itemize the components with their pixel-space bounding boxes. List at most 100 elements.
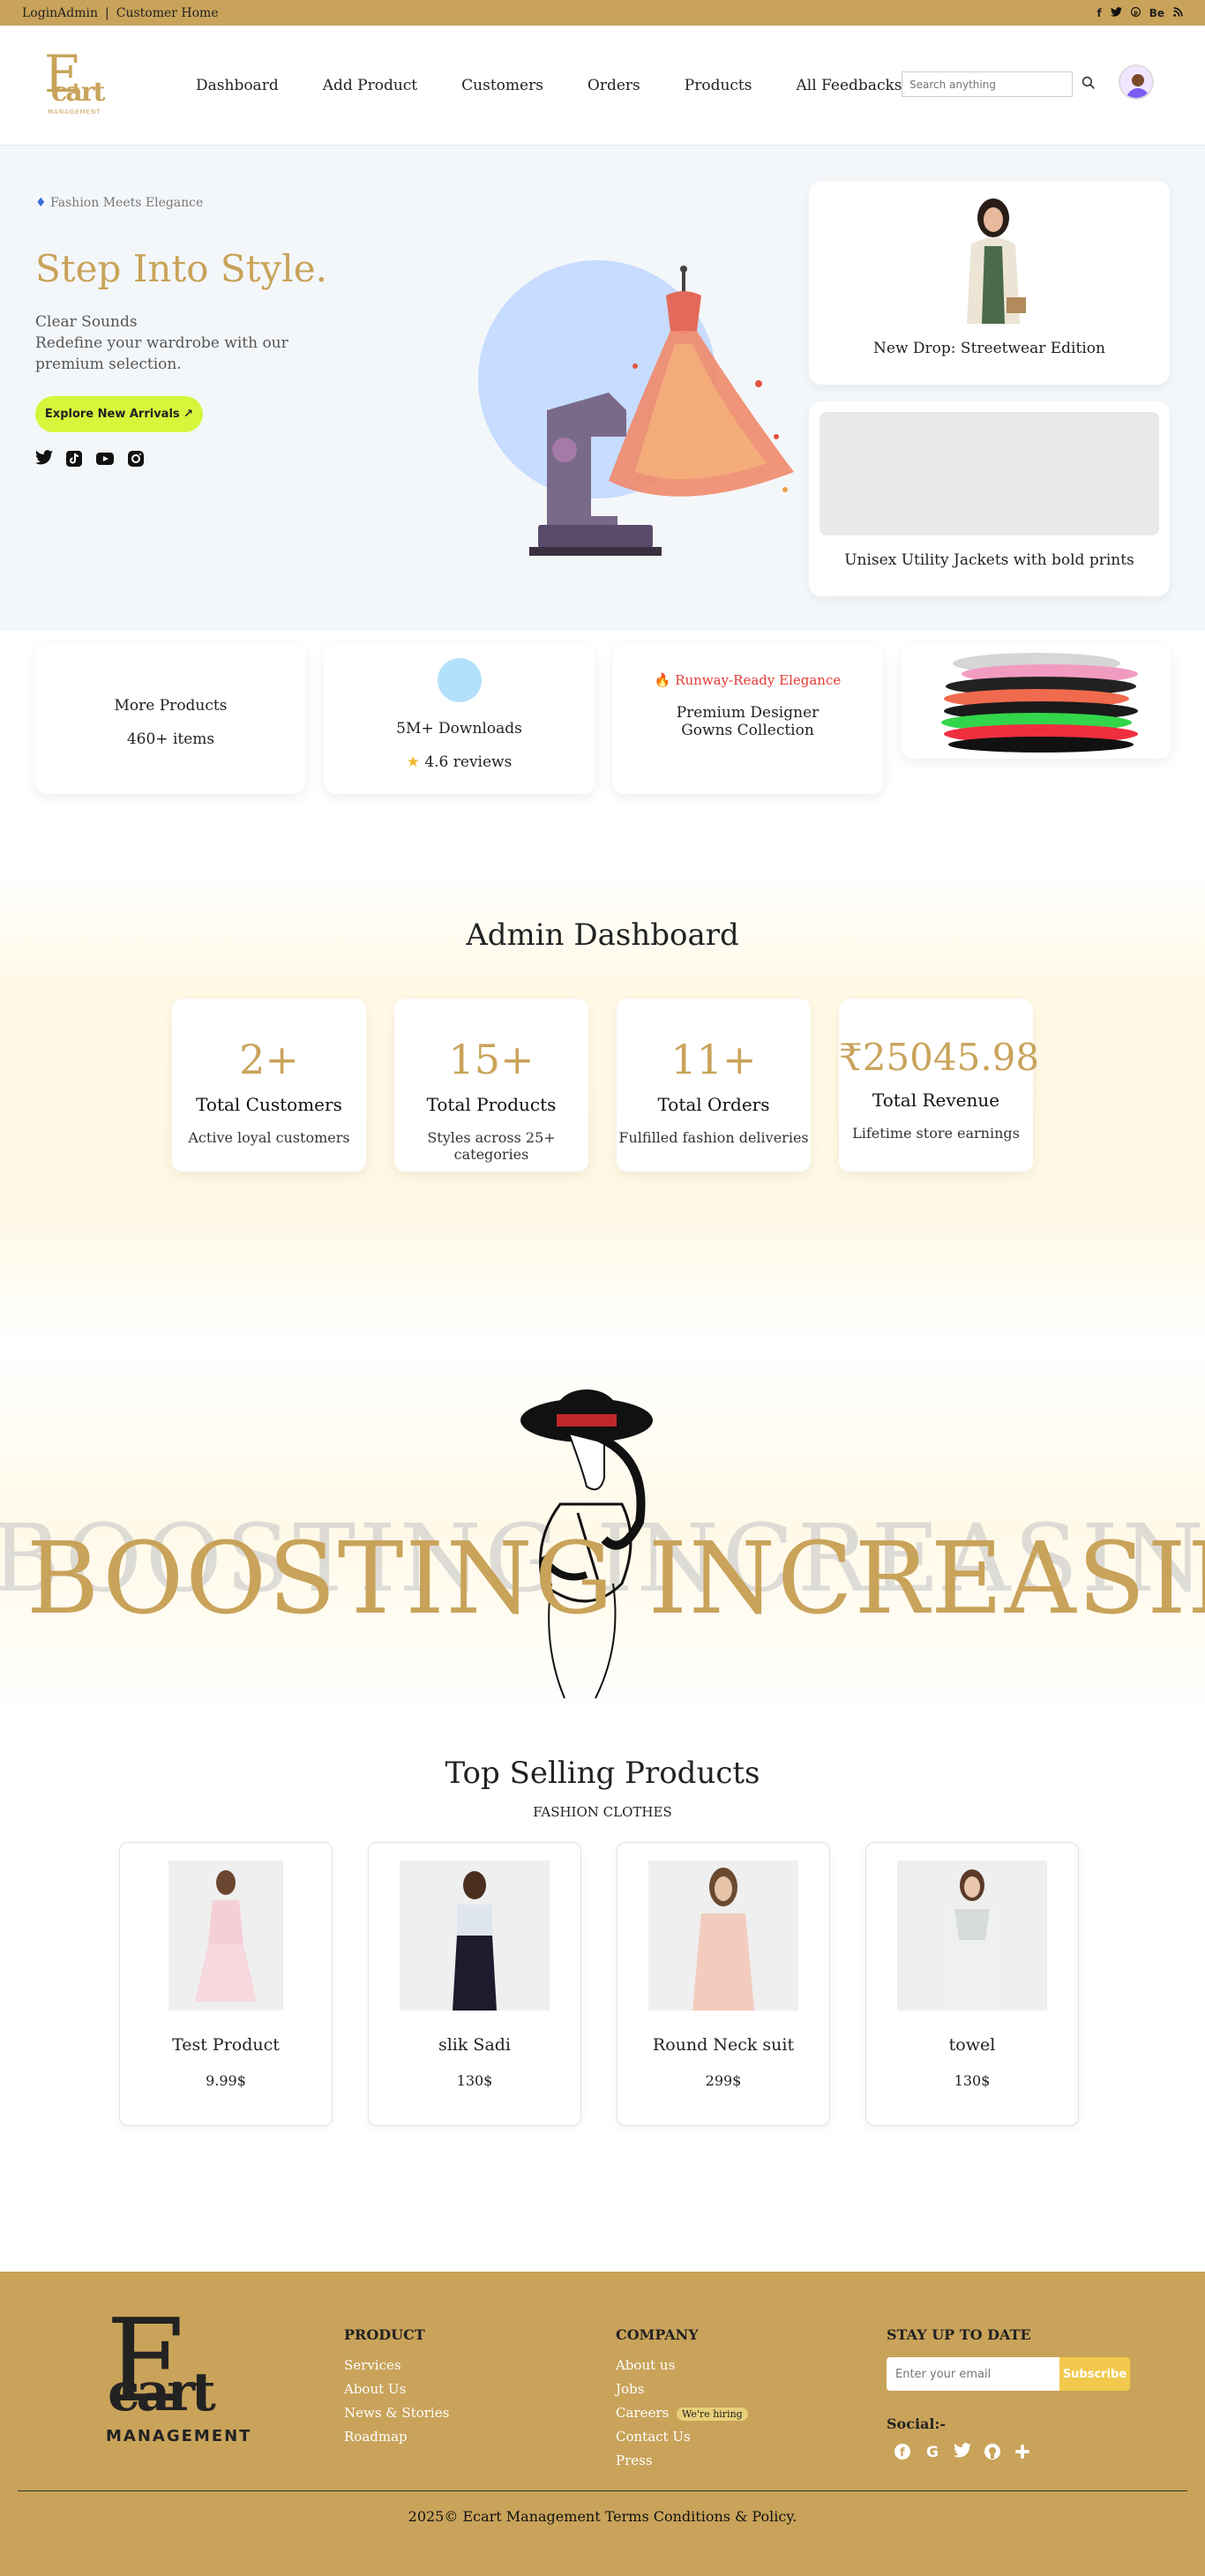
nav-item-customers[interactable]: Customers <box>461 77 543 94</box>
top-selling-section: Top Selling Products FASHION CLOTHES Tes… <box>0 1716 1205 2272</box>
downloads-label: 5M+ Downloads <box>396 720 522 738</box>
twitter-icon[interactable] <box>954 2443 971 2464</box>
product-name: towel <box>948 2035 996 2055</box>
footer-careers-row: Careers We're hiring <box>616 2405 748 2421</box>
kpi-total-orders: 11+ Total Orders Fulfilled fashion deliv… <box>617 999 811 1172</box>
footer-logo-subtitle: MANAGEMENT <box>106 2427 252 2445</box>
svg-text:G: G <box>926 2444 939 2460</box>
footer-link-about[interactable]: About us <box>616 2357 748 2373</box>
kpi-products-desc: Styles across 25+ categories <box>427 1129 556 1163</box>
more-products-count: 460+ items <box>126 730 215 748</box>
topbar-separator: | <box>105 5 109 20</box>
product-card[interactable]: slik Sadi 130$ <box>368 1842 581 2126</box>
explore-new-arrivals-button[interactable]: Explore New Arrivals ↗ <box>35 396 203 432</box>
footer-link-services[interactable]: Services <box>344 2357 449 2373</box>
product-card[interactable]: Test Product 9.99$ <box>119 1842 333 2126</box>
svg-text:f: f <box>900 2446 905 2460</box>
user-avatar[interactable] <box>1119 64 1154 100</box>
dress-icon: ♦ <box>35 196 47 210</box>
product-image <box>168 1861 283 2011</box>
hero-sub-line2: Redefine your wardrobe with our premium … <box>35 334 288 373</box>
hero-tag-text: Fashion Meets Elegance <box>50 196 204 210</box>
facebook-icon[interactable]: f <box>894 2443 911 2464</box>
tiktok-icon[interactable] <box>65 450 83 471</box>
reviews-label: 4.6 reviews <box>424 753 513 771</box>
streetwear-model-image <box>967 198 1026 324</box>
footer-link-contact[interactable]: Contact Us <box>616 2429 748 2445</box>
kpi-customers-desc: Active loyal customers <box>188 1129 350 1146</box>
nav-item-add-product[interactable]: Add Product <box>323 77 417 94</box>
topbar-social: f p Be <box>1096 6 1183 19</box>
kpi-customers-label: Total Customers <box>196 1094 342 1115</box>
search-bar <box>902 71 1096 97</box>
nav-item-orders[interactable]: Orders <box>588 77 640 94</box>
google-icon[interactable]: G <box>924 2443 941 2464</box>
subscribe-button[interactable]: Subscribe <box>1059 2357 1130 2391</box>
slack-icon[interactable] <box>1014 2443 1031 2464</box>
site-footer: E cart MANAGEMENT PRODUCT Services About… <box>0 2272 1205 2576</box>
hero-subtitle: Clear Sounds Redefine your wardrobe with… <box>35 311 335 375</box>
github-icon[interactable] <box>984 2443 1001 2464</box>
footer-copyright: 2025© Ecart Management Terms Conditions … <box>408 2508 797 2525</box>
rss-icon[interactable] <box>1173 6 1183 19</box>
runway-card[interactable]: 🔥 Runway-Ready Elegance Premium Designer… <box>612 644 883 794</box>
stats-row: More Products 460+ items 5M+ Downloads ★… <box>0 631 1205 869</box>
downloads-card[interactable]: 5M+ Downloads ★ 4.6 reviews <box>324 644 595 794</box>
search-icon[interactable] <box>1082 76 1096 94</box>
footer-link-roadmap[interactable]: Roadmap <box>344 2429 449 2445</box>
product-name: Round Neck suit <box>652 2035 795 2055</box>
product-image <box>400 1861 550 2011</box>
footer-link-news[interactable]: News & Stories <box>344 2405 449 2421</box>
hero-title: Step Into Style. <box>35 247 327 290</box>
kpi-revenue-label: Total Revenue <box>872 1090 1000 1111</box>
hiring-badge: We're hiring <box>677 2408 748 2421</box>
top-bar: LoginAdmin | Customer Home f p Be <box>0 0 1205 26</box>
kpi-orders-number: 11+ <box>670 1036 757 1083</box>
facebook-icon[interactable]: f <box>1096 7 1101 19</box>
more-products-card[interactable]: More Products 460+ items <box>35 644 306 794</box>
footer-company-column: COMPANY About us Jobs Careers We're hiri… <box>616 2326 748 2476</box>
instagram-icon[interactable] <box>127 450 145 471</box>
product-name: slik Sadi <box>438 2035 512 2055</box>
product-card[interactable]: Round Neck suit 299$ <box>617 1842 830 2126</box>
kpi-products-number: 15+ <box>448 1036 535 1083</box>
kpi-total-revenue: ₹25045.98 Total Revenue Lifetime store e… <box>839 999 1039 1172</box>
behance-icon[interactable]: Be <box>1149 7 1164 19</box>
kpi-total-customers: 2+ Total Customers Active loyal customer… <box>172 999 366 1172</box>
footer-link-jobs[interactable]: Jobs <box>616 2381 748 2397</box>
product-image <box>897 1861 1047 2011</box>
footer-divider <box>18 2490 1187 2491</box>
customer-home-link[interactable]: Customer Home <box>116 6 219 20</box>
newsletter-email-input[interactable] <box>887 2357 1059 2391</box>
hero-dress-illustration <box>529 266 794 556</box>
streetwear-card[interactable]: New Drop: Streetwear Edition <box>809 181 1170 385</box>
youtube-icon[interactable] <box>95 450 115 471</box>
footer-social-icons: f G <box>887 2443 1130 2464</box>
hero-sub-line1: Clear Sounds <box>35 313 138 331</box>
twitter-icon[interactable] <box>1110 6 1122 19</box>
main-navbar: E cart MANAGEMENT Dashboard Add Product … <box>0 26 1205 146</box>
login-admin-link[interactable]: LoginAdmin <box>22 6 98 20</box>
search-input[interactable] <box>902 71 1073 97</box>
product-card[interactable]: towel 130$ <box>865 1842 1079 2126</box>
brand-logo[interactable]: E cart MANAGEMENT <box>35 49 115 121</box>
nav-item-products[interactable]: Products <box>685 77 752 94</box>
top-selling-kicker: FASHION CLOTHES <box>533 1804 672 1820</box>
footer-company-title: COMPANY <box>616 2326 699 2343</box>
utility-jackets-card[interactable]: Unisex Utility Jackets with bold prints <box>809 401 1170 596</box>
nav-item-dashboard[interactable]: Dashboard <box>196 77 279 94</box>
footer-link-careers[interactable]: Careers <box>616 2405 669 2421</box>
utility-jackets-image-placeholder <box>820 412 1159 535</box>
marquee-gold-text: BOOSTING INCREASING <box>26 1522 1205 1636</box>
footer-social-label: Social:- <box>887 2415 947 2432</box>
product-price: 130$ <box>954 2072 991 2089</box>
folded-clothes-card[interactable] <box>901 644 1171 759</box>
pinterest-icon[interactable]: p <box>1130 6 1141 19</box>
footer-link-press[interactable]: Press <box>616 2452 748 2468</box>
nav-item-all-feedbacks[interactable]: All Feedbacks <box>797 77 902 94</box>
twitter-icon[interactable] <box>35 450 53 471</box>
runway-label: Runway-Ready Elegance <box>675 672 842 688</box>
logo-subtitle: MANAGEMENT <box>48 108 101 116</box>
footer-link-about-us[interactable]: About Us <box>344 2381 449 2397</box>
hero-tag: ♦ Fashion Meets Elegance <box>35 196 203 210</box>
